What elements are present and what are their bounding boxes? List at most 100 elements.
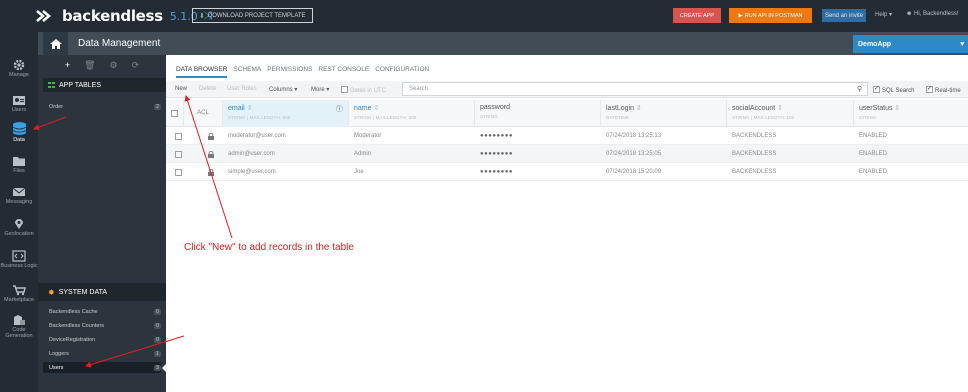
table-header: ACL email ⇕ ⓘ STRING | MAX LENGTH: 500 na… bbox=[166, 100, 968, 127]
help-menu[interactable]: Help ▾ bbox=[875, 11, 892, 18]
nav-item-manage[interactable]: Manage bbox=[0, 59, 38, 78]
table-row[interactable]: admin@user.com Admin ●●●●●●●● 07/24/2018… bbox=[166, 145, 968, 163]
download-icon: ⬇ bbox=[199, 12, 205, 20]
page-header: Data Management DemoApp ▾ bbox=[38, 32, 968, 55]
cell-name[interactable]: Admin bbox=[349, 145, 371, 163]
sql-search-toggle[interactable]: SQL Search bbox=[873, 85, 914, 94]
table-item-backendless-counters[interactable]: Backendless Counters 0 bbox=[43, 320, 161, 331]
envelope-icon bbox=[12, 187, 26, 196]
cell-socialaccount[interactable]: BACKENDLESS bbox=[727, 163, 776, 181]
count-badge: 0 bbox=[154, 322, 161, 329]
lock-icon[interactable] bbox=[203, 145, 214, 163]
cell-password[interactable]: ●●●●●●●● bbox=[475, 127, 513, 145]
row-checkbox[interactable] bbox=[170, 145, 184, 163]
column-header-email[interactable]: email ⇕ ⓘ STRING | MAX LENGTH: 500 bbox=[223, 100, 349, 127]
download-project-template-button[interactable]: ⬇ DOWNLOAD PROJECT TEMPLATE bbox=[192, 8, 313, 23]
nav-item-business-logic[interactable]: Business Logic bbox=[0, 250, 38, 269]
cell-email[interactable]: admin@user.com bbox=[223, 145, 275, 163]
count-badge: 0 bbox=[154, 336, 161, 343]
column-header-userstatus[interactable]: userStatus ⇕ STRING bbox=[854, 100, 968, 127]
acl-header: ACL bbox=[184, 100, 223, 127]
add-table-icon[interactable]: + bbox=[65, 60, 70, 70]
column-header-socialaccount[interactable]: socialAccount ⇕ STRING | MAX LENGTH: 100 bbox=[727, 100, 854, 127]
table-settings-icon[interactable]: ⚙ bbox=[110, 60, 118, 71]
code-generation-icon bbox=[14, 315, 25, 325]
delete-table-icon[interactable]: 🗑 bbox=[84, 60, 95, 71]
checkbox[interactable] bbox=[926, 85, 933, 93]
columns-dropdown[interactable]: Columns ▾ bbox=[269, 86, 297, 93]
cell-userstatus[interactable]: ENABLED bbox=[854, 127, 887, 145]
table-row[interactable]: simple@user.com Joe ●●●●●●●● 07/24/2018 … bbox=[166, 163, 968, 181]
table-row[interactable]: moderator@user.com Moderator ●●●●●●●● 07… bbox=[166, 127, 968, 145]
cell-password[interactable]: ●●●●●●●● bbox=[475, 145, 513, 163]
tab-configuration[interactable]: CONFIGURATION bbox=[375, 66, 429, 78]
nav-item-code-generation[interactable]: Code Generation bbox=[0, 314, 38, 339]
dates-in-utc-toggle[interactable]: Dates in UTC bbox=[341, 86, 386, 94]
cell-socialaccount[interactable]: BACKENDLESS bbox=[727, 127, 776, 145]
column-header-password[interactable]: password STRING bbox=[475, 100, 601, 127]
table-item-loggers[interactable]: Loggers 1 bbox=[43, 348, 161, 359]
table-item-users[interactable]: Users 3 bbox=[43, 362, 161, 373]
cell-name[interactable]: Moderator bbox=[349, 127, 381, 145]
send-invite-link[interactable]: Send an invite bbox=[822, 9, 867, 22]
cell-lastlogin[interactable]: 07/24/2018 13:25:13 bbox=[601, 127, 661, 145]
cell-email[interactable]: simple@user.com bbox=[223, 163, 276, 181]
cell-userstatus[interactable]: ENABLED bbox=[854, 145, 887, 163]
info-icon[interactable]: ⓘ bbox=[336, 104, 343, 114]
row-checkbox[interactable] bbox=[170, 127, 184, 145]
cell-password[interactable]: ●●●●●●●● bbox=[475, 163, 513, 181]
logo-mark-icon bbox=[36, 10, 51, 22]
refresh-icon[interactable]: ⟳ bbox=[132, 60, 140, 71]
active-pointer bbox=[162, 364, 166, 372]
nav-item-files[interactable]: Files bbox=[0, 155, 38, 174]
count-badge: 1 bbox=[154, 350, 161, 357]
column-header-name[interactable]: name ⇕ STRING | MAX LENGTH: 500 bbox=[349, 100, 475, 127]
new-button[interactable]: New bbox=[175, 86, 187, 92]
user-roles-button[interactable]: User Roles bbox=[227, 86, 257, 92]
realtime-toggle[interactable]: Real-time bbox=[926, 85, 961, 94]
column-header-lastlogin[interactable]: lastLogin ⇕ DATETIME bbox=[601, 100, 727, 127]
checkbox[interactable] bbox=[171, 110, 178, 117]
tab-rest-console[interactable]: REST CONSOLE bbox=[318, 66, 369, 78]
caret-down-icon: ▾ bbox=[960, 41, 964, 48]
lock-icon[interactable] bbox=[203, 127, 214, 145]
gear-icon bbox=[13, 59, 25, 71]
tab-data-browser[interactable]: DATA BROWSER bbox=[176, 66, 228, 78]
nav-item-data[interactable]: Data bbox=[0, 121, 38, 143]
more-dropdown[interactable]: More ▾ bbox=[311, 86, 329, 93]
cell-lastlogin[interactable]: 07/24/2018 15:20:09 bbox=[601, 163, 661, 181]
tab-permissions[interactable]: PERMISSIONS bbox=[267, 66, 312, 78]
gear-icon: ✸ bbox=[48, 287, 55, 297]
users-icon bbox=[13, 96, 25, 105]
cell-socialaccount[interactable]: BACKENDLESS bbox=[727, 145, 776, 163]
create-app-button[interactable]: CREATE APP bbox=[673, 8, 721, 23]
cell-userstatus[interactable]: ENABLED bbox=[854, 163, 887, 181]
row-checkbox[interactable] bbox=[170, 163, 184, 181]
code-icon bbox=[12, 250, 26, 262]
nav-item-users[interactable]: Users bbox=[0, 94, 38, 113]
select-all-cell[interactable] bbox=[166, 100, 184, 127]
run-api-in-postman-button[interactable]: ▶ RUN API IN POSTMAN bbox=[729, 8, 812, 23]
user-menu[interactable]: ☻ Hi, Backendless! bbox=[906, 11, 959, 17]
checkbox[interactable] bbox=[873, 85, 880, 93]
table-item-order[interactable]: Order 2 bbox=[43, 101, 161, 112]
cell-lastlogin[interactable]: 07/24/2018 13:25:05 bbox=[601, 145, 661, 163]
nav-item-marketplace[interactable]: Marketplace bbox=[0, 284, 38, 303]
cell-name[interactable]: Joe bbox=[349, 163, 364, 181]
lock-icon[interactable] bbox=[203, 163, 214, 181]
count-badge: 3 bbox=[154, 364, 161, 371]
nav-item-messaging[interactable]: Messaging bbox=[0, 186, 38, 205]
checkbox[interactable] bbox=[341, 86, 348, 93]
delete-button[interactable]: Delete bbox=[199, 86, 216, 92]
search-input[interactable]: Search bbox=[402, 82, 868, 96]
home-icon bbox=[49, 38, 62, 49]
table-item-backendless-cache[interactable]: Backendless Cache 0 bbox=[43, 306, 161, 317]
tab-schema[interactable]: SCHEMA bbox=[233, 66, 261, 78]
backendless-logo[interactable]: backendless 5.1.0 ⤨ bbox=[36, 6, 213, 26]
search-icon[interactable]: ⚲ bbox=[857, 85, 862, 93]
nav-item-geolocation[interactable]: Geolocation bbox=[0, 218, 38, 237]
app-selector[interactable]: DemoApp ▾ bbox=[853, 35, 968, 53]
cell-email[interactable]: moderator@user.com bbox=[223, 127, 286, 145]
table-item-deviceregistration[interactable]: DeviceRegistration 0 bbox=[43, 334, 161, 345]
home-button[interactable] bbox=[43, 32, 68, 55]
